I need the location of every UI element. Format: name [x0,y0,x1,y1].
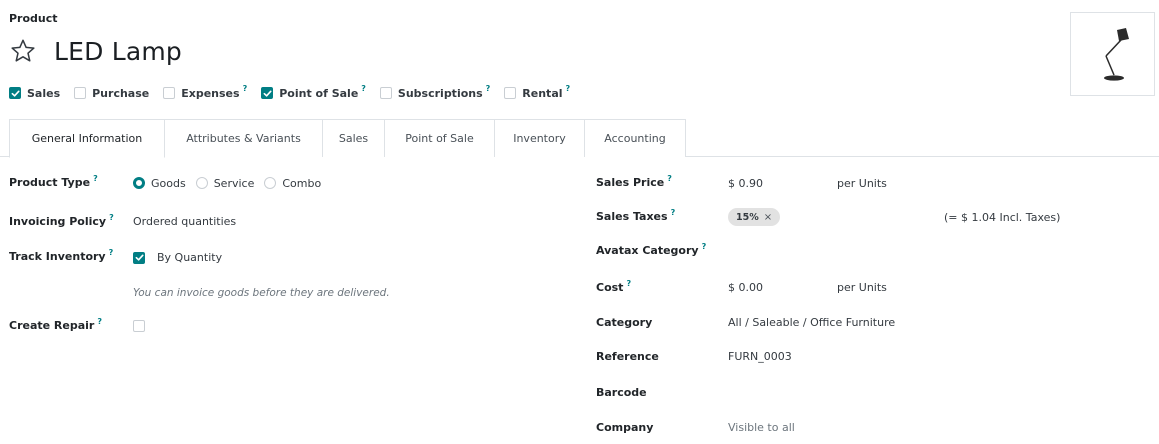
notebook-tabs: General Information Attributes & Variant… [0,119,1159,158]
tax-tag[interactable]: 15% × [728,208,781,226]
star-outline-icon[interactable] [9,37,37,65]
product-type-radio-group: Goods Service Combo [133,176,331,190]
cost-unit: per Units [837,281,887,294]
tab-general-information[interactable]: General Information [9,119,165,158]
sales-taxes-label: Sales Taxes? [596,208,676,223]
create-repair-checkbox[interactable] [133,320,145,332]
help-icon[interactable]: ? [109,248,114,257]
option-sales[interactable]: Sales [9,87,60,100]
tab-sales[interactable]: Sales [322,119,385,157]
help-icon[interactable]: ? [566,84,571,93]
purchase-checkbox[interactable] [74,87,87,99]
option-point-of-sale[interactable]: Point of Sale ? [261,84,366,100]
track-inventory-field[interactable]: By Quantity [133,251,222,264]
company-field[interactable]: Visible to all [728,421,795,434]
invoicing-policy-label: Invoicing Policy? [9,213,114,228]
product-image[interactable] [1070,12,1155,96]
product-name[interactable]: LED Lamp [54,37,182,66]
product-type-label: Product Type? [9,174,98,189]
radio-unselected-icon[interactable] [195,177,208,189]
invoice-hint-text: You can invoice goods before they are de… [133,287,390,299]
cost-label: Cost? [596,279,632,294]
option-subscriptions[interactable]: Subscriptions ? [379,84,491,100]
check-icon [263,90,272,97]
company-label: Company [596,421,654,434]
category-field[interactable]: All / Saleable / Office Furniture [728,316,895,329]
help-icon[interactable]: ? [702,242,707,251]
radio-combo[interactable]: Combo [264,177,321,190]
track-inventory-label: Track Inventory? [9,248,114,263]
help-icon[interactable]: ? [626,279,631,288]
radio-goods[interactable]: Goods [133,177,186,190]
invoicing-policy-field[interactable]: Ordered quantities [133,215,236,228]
sales-price-unit: per Units [837,177,887,190]
check-icon [135,254,144,261]
help-icon[interactable]: ? [109,213,114,222]
tax-included-amount: (= $ 1.04 Incl. Taxes) [944,211,1061,224]
rental-checkbox[interactable] [504,87,517,99]
remove-tag-icon[interactable]: × [764,212,772,223]
help-icon[interactable]: ? [361,84,366,93]
create-repair-field[interactable] [133,320,151,335]
option-rental[interactable]: Rental ? [504,84,571,100]
subscriptions-checkbox[interactable] [379,87,392,99]
radio-selected-icon[interactable] [133,177,145,189]
avatax-category-label: Avatax Category? [596,242,707,257]
track-inventory-checkbox[interactable] [133,251,145,264]
reference-field[interactable]: FURN_0003 [728,350,792,363]
create-repair-label: Create Repair? [9,317,102,332]
product-options: Sales Purchase Expenses ? Point of Sale … [9,84,584,102]
title-row: LED Lamp [9,33,182,69]
option-expenses[interactable]: Expenses ? [163,84,248,100]
help-icon[interactable]: ? [667,174,672,183]
help-icon[interactable]: ? [671,208,676,217]
radio-unselected-icon[interactable] [264,177,277,189]
breadcrumb[interactable]: Product [9,12,58,25]
point-of-sale-checkbox[interactable] [261,87,274,99]
reference-label: Reference [596,350,659,363]
cost-field[interactable]: $ 0.00 [728,281,763,294]
sales-price-field[interactable]: $ 0.90 [728,177,763,190]
tab-attributes-variants[interactable]: Attributes & Variants [164,119,323,157]
barcode-label: Barcode [596,386,647,399]
lamp-image [1104,28,1129,81]
tab-point-of-sale[interactable]: Point of Sale [384,119,495,157]
tab-inventory[interactable]: Inventory [494,119,585,157]
expenses-checkbox[interactable] [163,87,176,99]
check-icon [11,90,20,97]
sales-price-label: Sales Price? [596,174,672,189]
radio-service[interactable]: Service [195,177,254,190]
help-icon[interactable]: ? [486,84,491,93]
category-label: Category [596,316,653,329]
help-icon[interactable]: ? [243,84,248,93]
tab-accounting[interactable]: Accounting [584,119,686,157]
option-purchase[interactable]: Purchase [74,87,149,100]
help-icon[interactable]: ? [97,317,102,326]
help-icon[interactable]: ? [93,174,98,183]
sales-checkbox[interactable] [9,87,21,99]
